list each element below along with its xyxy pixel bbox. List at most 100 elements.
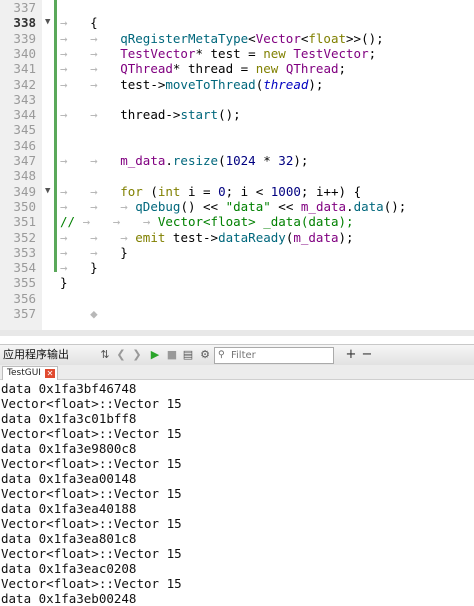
whitespace-marker: →: [90, 61, 98, 77]
stop-icon[interactable]: ■: [165, 347, 179, 363]
code-token: data: [353, 198, 384, 214]
line-number: 341: [13, 61, 36, 77]
code-token: m_data: [300, 198, 347, 214]
output-line: Vector<float>::Vector 15: [1, 516, 182, 531]
code-line[interactable]: → → QThread* thread = new QThread;: [60, 61, 346, 76]
filter-box[interactable]: ⚲: [214, 347, 334, 364]
whitespace-marker: →: [90, 198, 98, 214]
code-token: =: [203, 183, 211, 199]
code-line[interactable]: → → thread->start();: [60, 107, 241, 122]
whitespace-marker: →: [60, 76, 68, 92]
line-number: 349: [13, 183, 36, 199]
code-token: start: [180, 107, 219, 123]
code-line[interactable]: → → }: [60, 245, 128, 260]
code-token: ();: [218, 107, 241, 123]
code-token: int: [157, 183, 181, 199]
run-icon[interactable]: ▶: [148, 347, 162, 363]
code-line[interactable]: }: [60, 275, 68, 290]
code-token: (): [180, 198, 204, 214]
code-token: (: [142, 183, 158, 199]
tab-testgui[interactable]: TestGUI ✕: [2, 366, 58, 380]
whitespace-marker: →: [90, 107, 98, 123]
horizontal-scrollbar[interactable]: [0, 330, 474, 336]
code-line[interactable]: → → for (int i = 0; i < 1000; i++) {: [60, 184, 361, 199]
code-token: qDebug: [135, 198, 181, 214]
whitespace-marker: →: [60, 244, 68, 260]
code-line[interactable]: → → test->moveToThread(thread);: [60, 77, 323, 92]
code-token: (: [218, 153, 226, 168]
code-line[interactable]: → → → qDebug() << "data" << m_data.data(…: [60, 199, 406, 214]
output-line: Vector<float>::Vector 15: [1, 546, 182, 561]
code-token: =: [248, 45, 256, 61]
settings-icon[interactable]: ⚙: [198, 347, 212, 363]
output-tab-bar: TestGUI ✕: [0, 365, 474, 380]
filter-input[interactable]: [215, 349, 331, 362]
line-number: 357: [13, 306, 36, 321]
close-icon[interactable]: ✕: [44, 369, 55, 378]
next-icon[interactable]: ❯: [130, 347, 144, 363]
code-line[interactable]: → }: [60, 260, 98, 275]
code-token: .: [346, 198, 354, 214]
line-number: 352: [13, 229, 36, 245]
filter-icon: ⚲: [218, 350, 225, 360]
code-token: 1000: [270, 183, 301, 199]
code-token: thread->: [120, 107, 181, 123]
prev-icon[interactable]: ❮: [114, 347, 128, 363]
code-line[interactable]: ◆: [60, 306, 98, 321]
code-token: TestVector: [120, 45, 196, 61]
fold-toggle-icon[interactable]: ▼: [45, 17, 50, 27]
output-line: data 0x1fa3c01bff8: [1, 411, 137, 426]
whitespace-marker: →: [60, 229, 68, 245]
code-line[interactable]: → {: [60, 15, 98, 30]
whitespace-marker: →: [60, 198, 68, 214]
code-token: m_data: [293, 229, 339, 245]
output-line: Vector<float>::Vector 15: [1, 396, 182, 411]
line-number: 342: [13, 76, 36, 92]
code-token: Vector: [255, 30, 301, 46]
code-token: new: [263, 45, 286, 61]
whitespace-marker: →: [90, 153, 98, 168]
code-line[interactable]: → → → emit test->dataReady(m_data);: [60, 230, 354, 245]
code-token: <<: [278, 198, 294, 214]
add-output-button[interactable]: +: [344, 347, 358, 363]
code-token: }: [60, 275, 68, 291]
code-token: );: [293, 153, 309, 168]
code-line[interactable]: // → → → Vector<float> _data(data);: [60, 214, 354, 229]
line-number-gutter: 337 338 339 340 341 342 343 344 345 346 347 348 349 3…: [0, 0, 42, 336]
code-token: );: [308, 76, 324, 92]
code-token: 0: [218, 183, 226, 199]
line-number: 344: [13, 107, 36, 123]
fold-toggle-icon[interactable]: ▼: [45, 186, 50, 196]
code-token: Vector<float> _data(data);: [157, 214, 354, 230]
modified-lines-marker: [54, 0, 57, 272]
code-token: resize: [172, 153, 219, 168]
code-token: float: [308, 30, 347, 46]
code-token: new: [255, 61, 279, 77]
code-token: "data": [225, 198, 271, 214]
application-output[interactable]: data 0x1fa3bf46748 Vector<float>::Vector …: [0, 380, 474, 606]
line-number: 356: [13, 290, 36, 306]
attach-icon[interactable]: ▤: [181, 347, 195, 363]
pane-title: 应用程序输出: [3, 348, 69, 361]
whitespace-marker: →: [60, 107, 68, 123]
sort-icon[interactable]: ⇅: [98, 347, 112, 363]
code-line[interactable]: → → m_data.resize(1024 * 32);: [60, 153, 308, 168]
remove-output-button[interactable]: −: [360, 347, 374, 363]
code-line[interactable]: → → qRegisterMetaType<Vector<float>>();: [60, 31, 384, 46]
code-editor[interactable]: 337 338 339 340 341 342 343 344 345 346 347 348 349 3…: [0, 0, 474, 336]
code-token: //: [60, 214, 76, 230]
code-line[interactable]: → → TestVector* test = new TestVector;: [60, 46, 376, 61]
